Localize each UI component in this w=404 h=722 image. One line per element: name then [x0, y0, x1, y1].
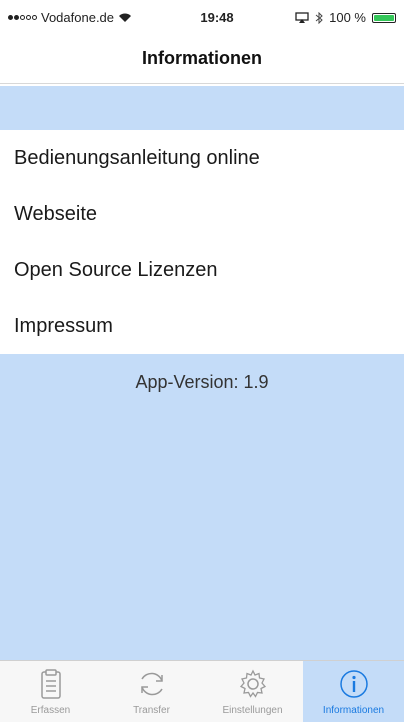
tab-bar: Erfassen Transfer Einstellungen Informat… [0, 660, 404, 722]
tab-transfer[interactable]: Transfer [101, 661, 202, 722]
header-band [0, 86, 404, 130]
page-title: Informationen [142, 48, 262, 68]
battery-icon [372, 12, 396, 23]
battery-level [374, 14, 394, 21]
menu-item-imprint[interactable]: Impressum [0, 298, 404, 354]
tab-label: Transfer [133, 705, 170, 716]
gear-icon [239, 669, 266, 698]
tab-informationen[interactable]: Informationen [303, 661, 404, 722]
info-area: App-Version: 1.9 [0, 354, 404, 660]
info-menu: Bedienungsanleitung online Webseite Open… [0, 130, 404, 354]
bluetooth-icon [315, 11, 323, 24]
status-right: 100 % [295, 10, 396, 25]
menu-item-manual[interactable]: Bedienungsanleitung online [0, 130, 404, 186]
menu-item-website[interactable]: Webseite [0, 186, 404, 242]
tab-erfassen[interactable]: Erfassen [0, 661, 101, 722]
info-icon [339, 670, 368, 698]
tab-label: Erfassen [30, 705, 71, 716]
tab-einstellungen[interactable]: Einstellungen [202, 661, 303, 722]
app-version: App-Version: 1.9 [135, 372, 269, 392]
menu-item-licenses[interactable]: Open Source Lizenzen [0, 242, 404, 298]
status-bar: Vodafone.de 19:48 100 % [0, 0, 404, 34]
tab-label: Einstellungen [222, 705, 283, 716]
refresh-icon [140, 672, 163, 696]
airplay-icon [295, 12, 309, 23]
battery-percentage: 100 % [329, 10, 366, 25]
clipboard-icon [40, 669, 61, 699]
tab-label: Informationen [322, 705, 385, 716]
navigation-bar: Informationen [0, 34, 404, 84]
